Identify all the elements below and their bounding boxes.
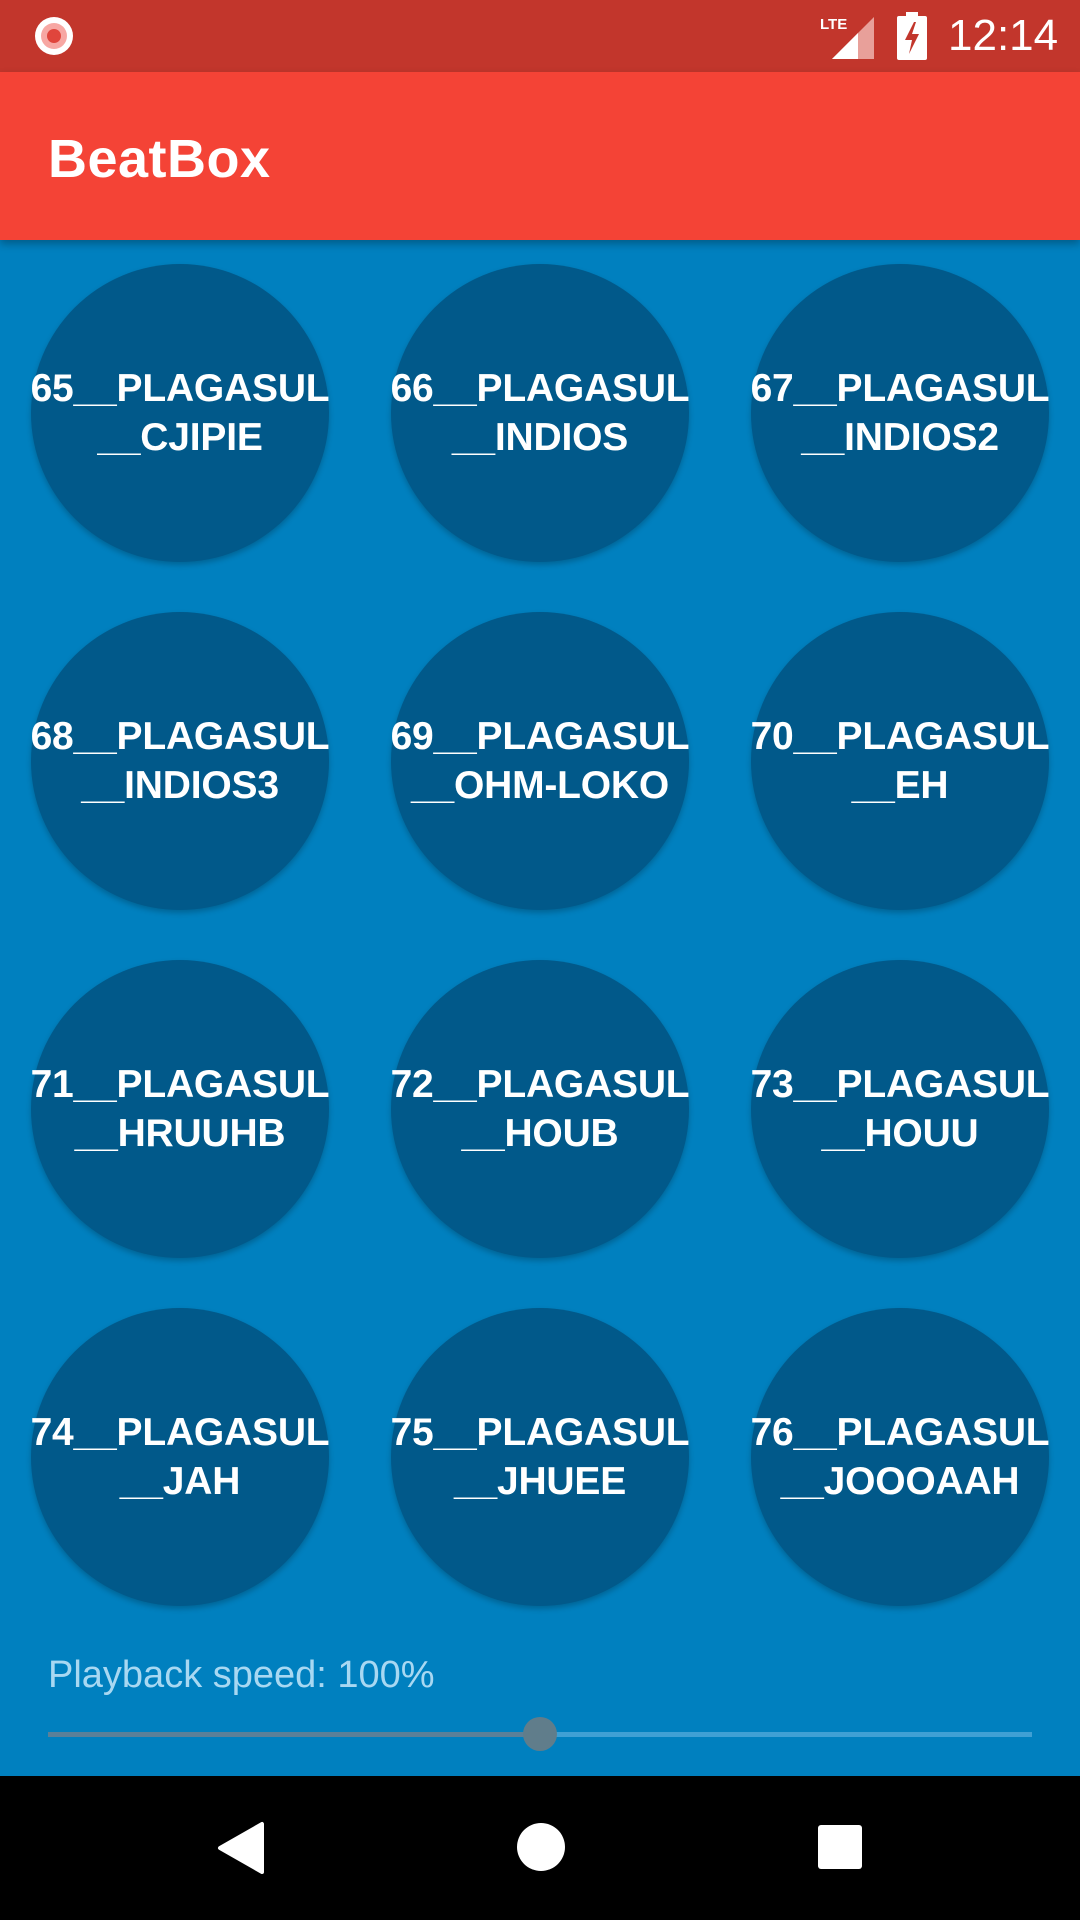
- sound-button[interactable]: 75__PLAGASUL __JHUEE: [390, 1308, 690, 1606]
- sound-button[interactable]: 76__PLAGASUL __JOOOAAH: [750, 1308, 1050, 1606]
- sound-button-label: 70__PLAGASUL __EH: [750, 715, 1050, 807]
- navigation-bar: [0, 1776, 1080, 1920]
- sound-button[interactable]: 72__PLAGASUL __HOUB: [390, 960, 690, 1258]
- sound-button[interactable]: 71__PLAGASUL __HRUUHB: [30, 960, 330, 1258]
- app-title: BeatBox: [48, 129, 271, 189]
- seekbar-progress: [48, 1732, 540, 1737]
- sound-button[interactable]: 73__PLAGASUL __HOUU: [750, 960, 1050, 1258]
- screen-record-icon: [35, 17, 73, 55]
- sound-button[interactable]: 69__PLAGASUL __OHM-LOKO: [390, 612, 690, 910]
- sound-button-label: 66__PLAGASUL __INDIOS: [390, 367, 690, 459]
- sound-button[interactable]: 74__PLAGASUL __JAH: [30, 1308, 330, 1606]
- status-bar: LTE 12:14: [0, 0, 1080, 72]
- sound-button[interactable]: 65__PLAGASUL __CJIPIE: [30, 264, 330, 562]
- sound-button-label: 75__PLAGASUL __JHUEE: [390, 1411, 690, 1503]
- recents-icon[interactable]: [817, 1824, 863, 1870]
- sound-button-label: 71__PLAGASUL __HRUUHB: [30, 1063, 330, 1155]
- app-bar: BeatBox: [0, 72, 1080, 240]
- home-icon[interactable]: [516, 1822, 566, 1872]
- status-clock: 12:14: [948, 11, 1059, 60]
- seekbar-thumb[interactable]: [523, 1717, 557, 1751]
- sound-button-label: 65__PLAGASUL __CJIPIE: [30, 367, 330, 459]
- sound-button-label: 72__PLAGASUL __HOUB: [390, 1063, 690, 1155]
- lte-signal-icon: LTE: [820, 16, 874, 59]
- playback-speed-label: Playback speed: 100%: [48, 1654, 435, 1696]
- sound-button-label: 69__PLAGASUL __OHM-LOKO: [390, 715, 690, 807]
- sound-button[interactable]: 66__PLAGASUL __INDIOS: [390, 264, 690, 562]
- sound-button[interactable]: 68__PLAGASUL __INDIOS3: [30, 612, 330, 910]
- sound-button-label: 74__PLAGASUL __JAH: [30, 1411, 330, 1503]
- lte-label: LTE: [820, 16, 847, 33]
- sound-button-label: 68__PLAGASUL __INDIOS3: [30, 715, 330, 807]
- playback-speed-seekbar[interactable]: [48, 1710, 1032, 1758]
- sound-button[interactable]: 67__PLAGASUL __INDIOS2: [750, 264, 1050, 562]
- sound-button-label: 67__PLAGASUL __INDIOS2: [750, 367, 1050, 459]
- sound-button-label: 73__PLAGASUL __HOUU: [750, 1063, 1050, 1155]
- battery-charging-icon: [897, 12, 927, 60]
- sound-button-label: 76__PLAGASUL __JOOOAAH: [750, 1411, 1050, 1503]
- back-icon[interactable]: [216, 1820, 266, 1876]
- sound-button[interactable]: 70__PLAGASUL __EH: [750, 612, 1050, 910]
- beatbox-screen: LTE 12:14 BeatBox 65__PLAGASUL __CJIPIE …: [0, 0, 1080, 1920]
